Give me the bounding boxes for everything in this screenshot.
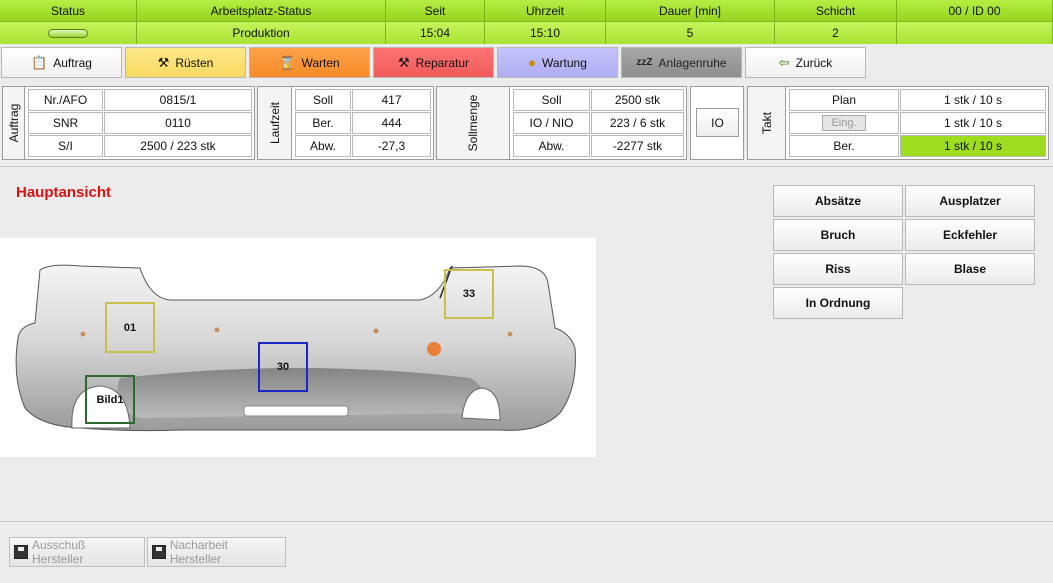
snr-value: 0110	[104, 112, 252, 134]
clipboard-icon: 📋	[31, 55, 48, 70]
reparatur-label: Reparatur	[415, 55, 470, 70]
laufzeit-panel-label: Laufzeit	[258, 87, 292, 159]
sollmenge-panel: Sollmenge Soll 2500 stk IO / NIO 223 / 6…	[436, 86, 687, 160]
si-label: S/I	[28, 135, 103, 157]
hourglass-icon: ⌛	[279, 55, 296, 70]
takt-panel: Takt Plan 1 stk / 10 s Eing. 1 stk / 10 …	[747, 86, 1049, 160]
status-bar: Status Arbeitsplatz-Status Seit Uhrzeit …	[0, 0, 1053, 44]
status-header: Status	[0, 0, 137, 22]
page-title: Hauptansicht	[16, 184, 112, 201]
time-value: 15:10	[485, 22, 606, 44]
setup-tools-icon: ⚒	[157, 55, 170, 70]
time-header: Uhrzeit	[485, 0, 606, 22]
hammer-wrench-icon: ⚒	[397, 55, 410, 70]
si-value: 2500 / 223 stk	[104, 135, 252, 157]
defect-button-bruch[interactable]: Bruch	[773, 219, 903, 251]
io-nio-label: IO / NIO	[513, 112, 590, 134]
io-panel: IO	[690, 86, 744, 160]
defect-marker-01[interactable]: 01	[105, 302, 155, 353]
toolbar: 📋 Auftrag ⚒ Rüsten ⌛ Warten ⚒ Reparatur …	[0, 47, 866, 80]
section-divider	[0, 166, 1053, 167]
nacharbeit-hersteller-button[interactable]: Nacharbeit Hersteller	[147, 537, 286, 567]
auftrag-panel: Auftrag Nr./AFO 0815/1 SNR 0110 S/I 2500…	[2, 86, 255, 160]
anlagenruhe-button[interactable]: zzZ Anlagenruhe	[621, 47, 742, 78]
shift-header: Schicht	[775, 0, 897, 22]
status-value	[0, 22, 137, 44]
laufzeit-abw-value: -27,3	[352, 135, 431, 157]
duration-header: Dauer [min]	[606, 0, 775, 22]
laufzeit-ber-value: 444	[352, 112, 431, 134]
nacharbeit-hersteller-label: Nacharbeit Hersteller	[169, 538, 228, 566]
auftrag-button[interactable]: 📋 Auftrag	[1, 47, 122, 78]
workplace-status-header: Arbeitsplatz-Status	[137, 0, 386, 22]
ausschuss-hersteller-button[interactable]: Ausschuß Hersteller	[9, 537, 145, 567]
auftrag-panel-label: Auftrag	[3, 87, 25, 159]
sleep-icon: zzZ	[636, 56, 653, 68]
takt-plan-label: Plan	[789, 89, 899, 111]
status-indicator-icon	[48, 28, 88, 38]
defect-marker-30[interactable]: 30	[258, 342, 308, 392]
snr-label: SNR	[28, 112, 103, 134]
laufzeit-panel: Laufzeit Soll 417 Ber. 444 Abw. -27,3	[257, 86, 434, 160]
workplace-status-value: Produktion	[137, 22, 386, 44]
warten-button[interactable]: ⌛ Warten	[249, 47, 370, 78]
bottom-divider	[0, 521, 1053, 522]
laufzeit-soll-label: Soll	[295, 89, 351, 111]
laufzeit-ber-label: Ber.	[295, 112, 351, 134]
defect-marker-33[interactable]: 33	[444, 269, 494, 319]
defect-button-riss[interactable]: Riss	[773, 253, 903, 285]
id-header: 00 / ID 00	[897, 0, 1053, 22]
eing-button[interactable]: Eing.	[822, 115, 866, 131]
zurueck-label: Zurück	[795, 55, 833, 70]
warten-label: Warten	[301, 55, 340, 70]
defect-button-blase[interactable]: Blase	[905, 253, 1035, 285]
auftrag-label: Auftrag	[53, 55, 92, 70]
duration-value: 5	[606, 22, 775, 44]
sollmenge-panel-label: Sollmenge	[437, 87, 510, 159]
image-marker-bild1[interactable]: Bild1	[85, 375, 135, 424]
since-value: 15:04	[386, 22, 485, 44]
part-image-view: 01 30 33 Bild1	[0, 238, 596, 457]
oil-drop-icon: ●	[528, 55, 536, 70]
sollmenge-soll-value: 2500 stk	[591, 89, 684, 111]
save-disk-icon	[152, 545, 166, 559]
save-disk-icon	[14, 545, 28, 559]
ruesten-label: Rüsten	[175, 55, 214, 70]
laufzeit-soll-value: 417	[352, 89, 431, 111]
takt-eing-cell: Eing.	[789, 112, 899, 134]
in-ordnung-button[interactable]: In Ordnung	[773, 287, 903, 319]
shift-value: 2	[775, 22, 897, 44]
sollmenge-abw-value: -2277 stk	[591, 135, 684, 157]
defect-button-eckfehler[interactable]: Eckfehler	[905, 219, 1035, 251]
zurueck-button[interactable]: ⇦ Zurück	[745, 47, 866, 78]
sollmenge-abw-label: Abw.	[513, 135, 590, 157]
ruesten-button[interactable]: ⚒ Rüsten	[125, 47, 246, 78]
takt-ber-label: Ber.	[789, 135, 899, 157]
takt-ber-value: 1 stk / 10 s	[900, 135, 1046, 157]
wartung-button[interactable]: ● Wartung	[497, 47, 618, 78]
sollmenge-soll-label: Soll	[513, 89, 590, 111]
back-arrow-icon: ⇦	[778, 55, 790, 70]
io-button[interactable]: IO	[696, 108, 739, 137]
id-value	[897, 22, 1053, 44]
reparatur-button[interactable]: ⚒ Reparatur	[373, 47, 494, 78]
laufzeit-abw-label: Abw.	[295, 135, 351, 157]
order-number-value: 0815/1	[104, 89, 252, 111]
takt-plan-value: 1 stk / 10 s	[900, 89, 1046, 111]
io-nio-value: 223 / 6 stk	[591, 112, 684, 134]
anlagenruhe-label: Anlagenruhe	[658, 55, 727, 70]
takt-eing-value: 1 stk / 10 s	[900, 112, 1046, 134]
defect-button-ausplatzer[interactable]: Ausplatzer	[905, 185, 1035, 217]
takt-panel-label: Takt	[748, 87, 786, 159]
order-number-label: Nr./AFO	[28, 89, 103, 111]
since-header: Seit	[386, 0, 485, 22]
defect-button-absaetze[interactable]: Absätze	[773, 185, 903, 217]
wartung-label: Wartung	[541, 55, 587, 70]
ausschuss-hersteller-label: Ausschuß Hersteller	[32, 538, 86, 566]
